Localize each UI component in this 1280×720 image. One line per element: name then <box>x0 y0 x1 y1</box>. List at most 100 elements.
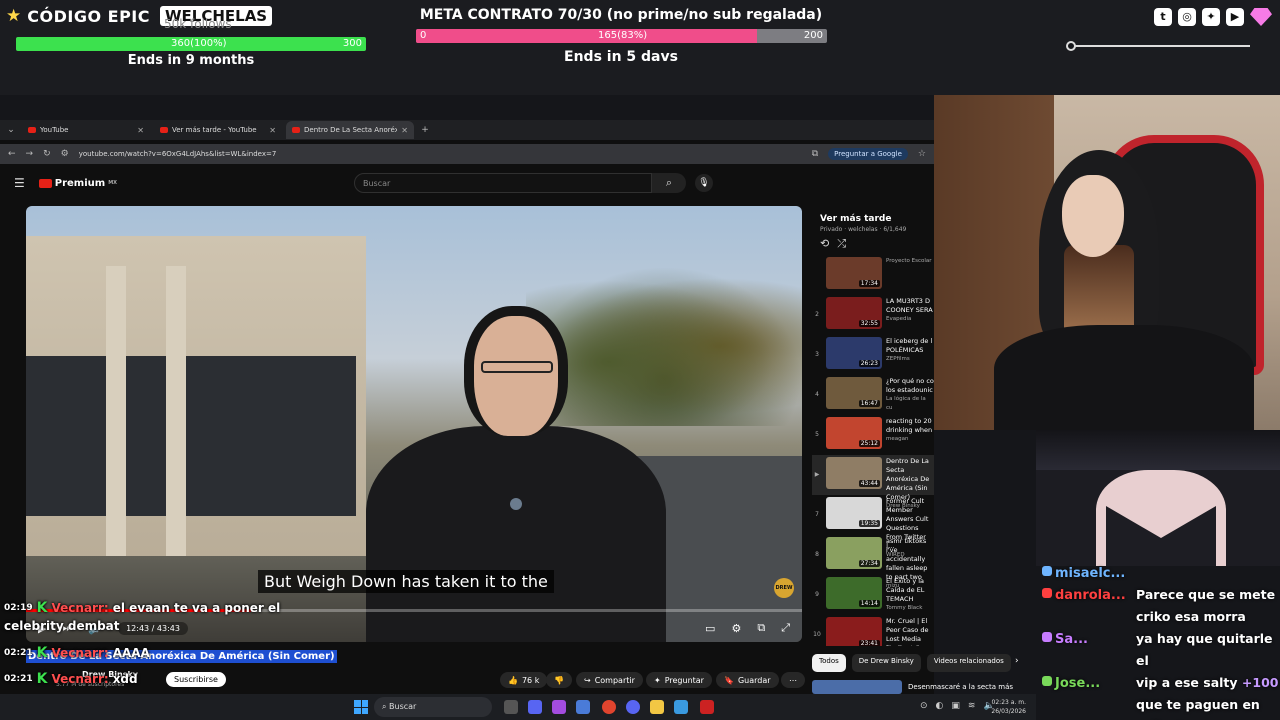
tab-watch-later[interactable]: Ver más tarde - YouTube ✕ <box>154 121 282 139</box>
menu-icon[interactable]: ☰ <box>14 176 25 190</box>
subtitles-icon[interactable]: ▭ <box>705 622 715 635</box>
wifi-icon[interactable]: ≋ <box>968 701 976 711</box>
video-scene-windows <box>26 356 356 516</box>
playlist-item[interactable]: 9 14:14 El Éxito y la Caída de EL TEMACH To… <box>812 575 934 615</box>
playlist-item[interactable]: 3 26:23 El iceberg de l POLÉMICAS ZEPfilms <box>812 335 934 375</box>
back-icon[interactable]: ← <box>8 149 16 159</box>
video-player[interactable]: But Weigh Down has taken it to the DREW … <box>26 206 802 642</box>
video-duration: 23:41 <box>858 640 880 646</box>
taskbar-search[interactable]: ⌕ Buscar <box>374 697 492 717</box>
brand: ★ CÓDIGO EPIC WELCHELAS 50k follows <box>6 4 273 31</box>
chat-timestamp: 02:21 <box>4 648 33 658</box>
task-view-icon[interactable] <box>504 700 518 714</box>
bookmark-icon: 🔖 <box>724 675 734 685</box>
new-tab-icon[interactable]: + <box>418 125 432 135</box>
playlist-item[interactable]: 8 27:34 asmr tiktoks i've accidentally fal… <box>812 535 934 589</box>
reload-icon[interactable]: ↻ <box>43 149 51 159</box>
recommended-item[interactable]: Desenmascaré a la secta más <box>812 680 1022 694</box>
close-icon[interactable]: ✕ <box>401 126 408 135</box>
shuffle-icon[interactable]: ⤮ <box>837 237 846 251</box>
close-icon[interactable]: ✕ <box>269 126 276 135</box>
playlist-item-title: LA MU3RT3 D COONEY SERA <box>886 297 933 314</box>
app-icon[interactable] <box>576 700 590 714</box>
site-info-icon[interactable]: ⚙ <box>61 149 69 159</box>
taskbar: ⌕ Buscar ⊙ ◐ ▣ ≋ 🔈 02:23 a. m. 26/03/202… <box>0 694 1036 720</box>
decor-dot <box>1066 41 1076 51</box>
video-thumbnail: 43:44 <box>826 457 882 489</box>
dislike-button[interactable]: 👎 <box>546 672 572 688</box>
app-icon[interactable] <box>552 700 566 714</box>
chrome-icon[interactable] <box>602 700 616 714</box>
more-icon: ⋯ <box>789 675 797 685</box>
tray-icon[interactable]: ◐ <box>936 701 944 711</box>
search-input[interactable]: Buscar <box>354 173 652 193</box>
forward-icon[interactable]: → <box>26 149 34 159</box>
mic-icon[interactable]: 🎙 <box>695 174 713 192</box>
tab-current-video[interactable]: Dentro De La Secta Anoréxica De ✕ <box>286 121 414 139</box>
chat-message: celebrity dembat <box>4 619 120 633</box>
video-thumbnail: 23:41 <box>826 617 882 646</box>
close-icon[interactable]: ✕ <box>137 126 144 135</box>
more-button[interactable]: ⋯ <box>781 672 805 688</box>
recommended-title: Desenmascaré a la secta más <box>908 683 1014 691</box>
save-button[interactable]: 🔖 Guardar <box>716 672 779 688</box>
playlist-item-title: Mr. Cruel | El Peor Caso de Lost Media <box>886 617 929 643</box>
bookmark-star-icon[interactable]: ☆ <box>918 149 926 159</box>
chips-next-icon[interactable]: › <box>1015 656 1019 666</box>
playlist-item[interactable]: 10 23:41 Mr. Cruel | El Peor Caso de Lost … <box>812 615 934 646</box>
playlist-item-channel: Evapedia <box>886 316 912 322</box>
ask-button[interactable]: ✦ Preguntar <box>646 672 712 688</box>
search-icon[interactable]: ⌕ <box>652 173 686 193</box>
miniplayer-icon[interactable]: ⧉ <box>757 621 765 635</box>
video-scene-column <box>166 266 186 556</box>
like-button[interactable]: 👍 76 k <box>500 672 548 688</box>
playlist-item[interactable]: 5 25:12 reacting to 20 drinking when meagan <box>812 415 934 455</box>
mail-icon[interactable] <box>674 700 688 714</box>
webcam-torso <box>994 325 1254 430</box>
video-scene-column <box>106 266 126 556</box>
goal-title: META CONTRATO 70/30 (no prime/no sub reg… <box>419 7 823 23</box>
fullscreen-icon[interactable]: ⤢ <box>781 621 790 635</box>
filter-chip[interactable]: Todos <box>812 654 846 672</box>
loop-icon[interactable]: ⟲ <box>820 237 829 251</box>
ask-google-button[interactable]: Preguntar a Google <box>828 148 908 160</box>
video-duration: 25:12 <box>858 440 880 447</box>
clock[interactable]: 02:23 a. m. 26/03/2026 <box>991 698 1026 716</box>
playlist-index: 5 <box>815 431 819 438</box>
url-field[interactable]: youtube.com/watch?v=6OxG4LdJAhs&list=WL&… <box>79 150 802 158</box>
tab-youtube[interactable]: YouTube ✕ <box>22 121 150 139</box>
playlist-item[interactable]: 2 32:55 LA MU3RT3 D COONEY SERA Evapedia <box>812 295 934 335</box>
tray-icon[interactable]: ⊙ <box>920 701 928 711</box>
playlist-item[interactable]: 7 19:35 Former Cult Member Answers Cult Qu… <box>812 495 934 558</box>
channel-points: +100 <box>1241 675 1279 690</box>
chat-message: AAAA <box>112 646 150 660</box>
subscribe-button[interactable]: Suscribirse <box>166 672 226 687</box>
tray-icon[interactable]: ▣ <box>951 701 960 711</box>
playlist-item-channel: The Demie2 <box>886 644 934 646</box>
chat-line: celebrity dembat <box>4 619 120 633</box>
app-icon[interactable] <box>528 700 542 714</box>
twitch-icon: t <box>1154 8 1172 26</box>
instagram-icon: ◎ <box>1178 8 1196 26</box>
install-icon[interactable]: ⧉ <box>812 149 818 159</box>
filter-chip[interactable]: Videos relacionados <box>926 654 1011 672</box>
settings-icon[interactable]: ⚙ <box>731 622 741 635</box>
playlist-item-title: reacting to 20 drinking when <box>886 417 933 434</box>
chat-line: 02:21 K Vecnarr: xdd <box>4 671 138 687</box>
tab-label: Ver más tarde - YouTube <box>172 126 257 134</box>
filter-chip[interactable]: De Drew Binsky <box>851 654 921 672</box>
video-thumbnail: 17:34 <box>826 257 882 289</box>
windows-start-icon[interactable] <box>354 700 368 714</box>
discord-icon[interactable] <box>626 700 640 714</box>
playlist-item[interactable]: 17:34 Proyecto Escolar <box>812 255 934 295</box>
tab-list-icon[interactable]: ⌄ <box>4 125 18 135</box>
obs-icon[interactable] <box>700 700 714 714</box>
filter-chips: Todos De Drew Binsky Videos relacionados <box>812 654 1022 672</box>
playlist-item[interactable]: 4 16:47 ¿Por qué no co los estadounic La ló… <box>812 375 934 415</box>
chat-username: danrola... <box>1055 588 1126 603</box>
playlist-items: 17:34 Proyecto Escolar 2 32:55 LA MU3RT3 D C… <box>812 255 934 646</box>
folder-icon[interactable] <box>650 700 664 714</box>
youtube-logo[interactable]: Premium MX <box>38 178 117 189</box>
playlist-item[interactable]: ▶ 43:44 Dentro De La Secta Anoréxica De Am… <box>812 455 934 509</box>
share-button[interactable]: ↪ Compartir <box>576 672 643 688</box>
